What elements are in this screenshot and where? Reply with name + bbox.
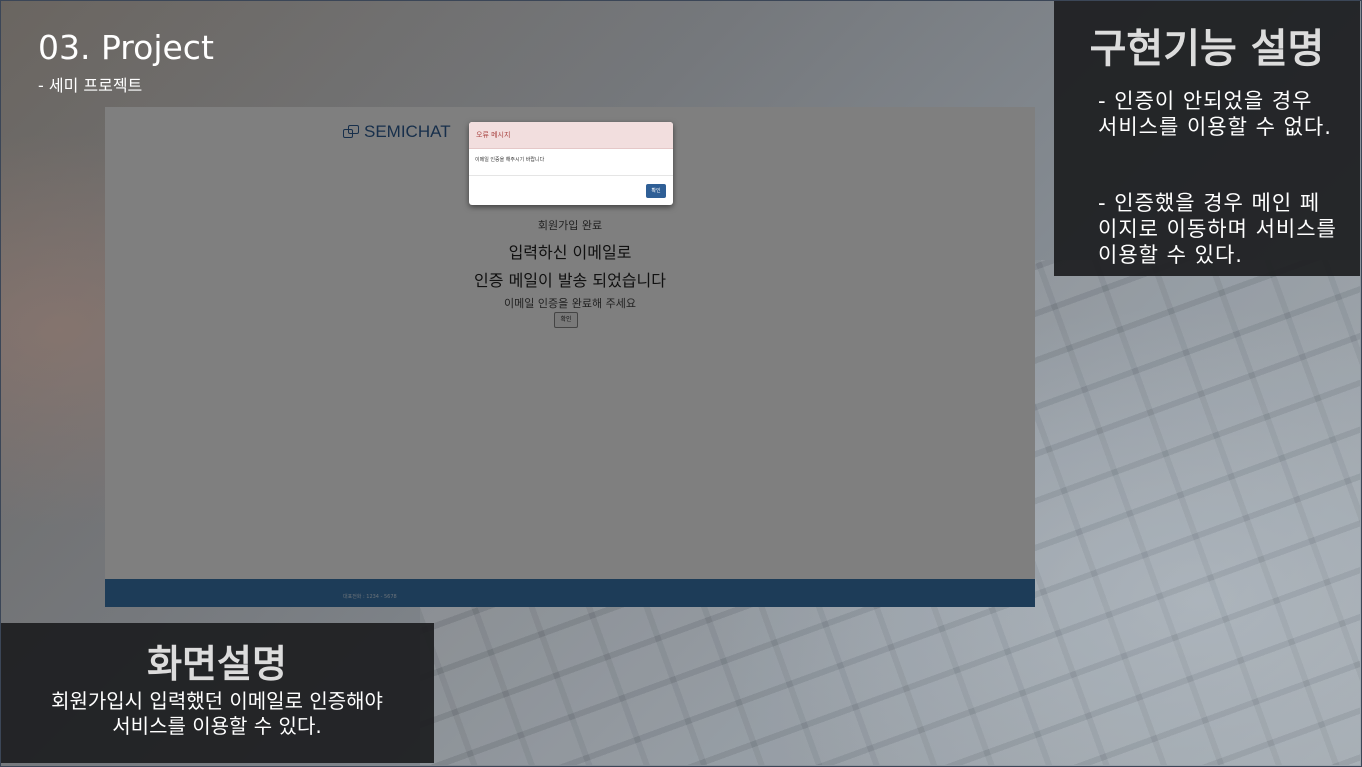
app-screenshot: SEMICHAT 회원가입 완료 입력하신 이메일로 인증 메일이 발송 되었습… xyxy=(105,107,1035,607)
modal-ok-button[interactable]: 확인 xyxy=(646,184,666,198)
desc-line-2: 서비스를 이용할 수 있다. xyxy=(112,714,322,738)
modal-title: 오류 메시지 xyxy=(469,122,673,149)
feature-info-panel: 구현기능 설명 - 인증이 안되었을 경우 서비스를 이용할 수 없다. - 인… xyxy=(1054,0,1360,276)
info-panel-title: 구현기능 설명 xyxy=(1089,26,1325,72)
screen-description-panel: 화면설명 회원가입시 입력했던 이메일로 인증해야 서비스를 이용할 수 있다. xyxy=(0,623,434,763)
info-point-verified: - 인증했을 경우 메인 페이지로 이동하며 서비스를 이용할 수 있다. xyxy=(1098,191,1337,267)
error-modal: 오류 메시지 이메일 인증을 해주시기 바랍니다 확인 xyxy=(469,122,673,205)
info-point-unverified: - 인증이 안되었을 경우 서비스를 이용할 수 없다. xyxy=(1098,89,1332,139)
desc-panel-text: 회원가입시 입력했던 이메일로 인증해야 서비스를 이용할 수 있다. xyxy=(10,689,424,739)
desc-line-1: 회원가입시 입력했던 이메일로 인증해야 xyxy=(51,689,383,713)
slide-title: 03. Project xyxy=(38,28,214,67)
desc-panel-title: 화면설명 xyxy=(147,642,287,686)
slide-subtitle: - 세미 프로젝트 xyxy=(38,76,143,95)
modal-message: 이메일 인증을 해주시기 바랍니다 xyxy=(469,149,673,176)
